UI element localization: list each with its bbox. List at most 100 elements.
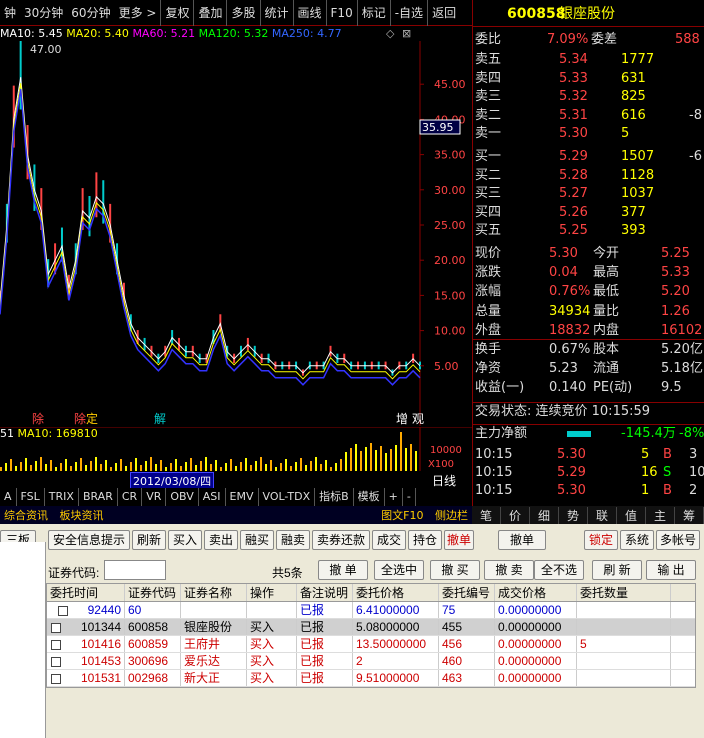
kline-chart[interactable]: 47.00 45.0040.0035.0030.0025.0020.0015.0… (0, 41, 472, 426)
table-cell: 13.50000000 (353, 636, 439, 652)
sector-news-link[interactable]: 板块资讯 (56, 509, 108, 522)
indicator-tab[interactable]: VOL-TDX (259, 488, 316, 506)
column-header[interactable]: 委托时间 (47, 584, 125, 601)
column-header[interactable]: 委托价格 (353, 584, 439, 601)
column-header[interactable]: 备注说明 (297, 584, 353, 601)
right-tab[interactable]: 笔 (472, 506, 501, 524)
event-marker[interactable]: 增 (396, 412, 408, 426)
indicator-tab[interactable]: CR (118, 488, 143, 506)
column-header[interactable]: 证券代码 (125, 584, 181, 601)
trade-button[interactable]: 刷 新 (592, 560, 642, 580)
toolbar-item[interactable]: 标记 (356, 0, 390, 26)
right-tab[interactable]: 值 (617, 506, 646, 524)
right-tab[interactable]: 联 (588, 506, 617, 524)
toolbar-item[interactable]: F10 (325, 0, 357, 26)
news-link[interactable]: 综合资讯 (0, 509, 52, 522)
right-tab[interactable]: 细 (530, 506, 559, 524)
row-checkbox[interactable] (57, 605, 68, 616)
trade-button[interactable]: 全选中 (374, 560, 424, 580)
trade-button[interactable]: 撤 买 (430, 560, 480, 580)
table-cell: 002968 (125, 670, 181, 686)
trade-button[interactable]: 持仓 (408, 530, 442, 550)
trade-button[interactable]: 撤单 (498, 530, 546, 550)
close-icon[interactable]: ⊠ (402, 27, 411, 41)
column-header[interactable]: 委托编号 (439, 584, 495, 601)
period-label[interactable]: 日线 (432, 472, 456, 489)
trade-button[interactable]: 撤单 (444, 530, 474, 550)
table-row[interactable]: 101344 600858 银座股份 买入 已报 5.08000000 455 0.00000… (47, 619, 695, 636)
column-header[interactable]: 成交价格 (495, 584, 577, 601)
volume-bar (5, 463, 7, 471)
volume-bar (185, 462, 187, 471)
volume-bar (390, 449, 392, 471)
trade-button[interactable]: 安全信息提示 (48, 530, 130, 550)
column-header[interactable]: 证券名称 (181, 584, 247, 601)
column-header[interactable]: 操作 (247, 584, 297, 601)
trade-button[interactable]: 成交 (372, 530, 406, 550)
toolbar-item[interactable]: 钟 (0, 0, 20, 26)
sidebar-link[interactable]: 侧边栏 (431, 509, 472, 522)
indicator-tab[interactable]: - (403, 488, 416, 506)
indicator-tab[interactable]: EMV (226, 488, 259, 506)
trade-button[interactable]: 全不选 (534, 560, 584, 580)
indicator-tab[interactable]: BRAR (79, 488, 118, 506)
indicator-tab[interactable]: A (0, 488, 17, 506)
row-checkbox[interactable] (50, 656, 61, 667)
right-tab[interactable]: 势 (559, 506, 588, 524)
toolbar-item[interactable]: 返回 (427, 0, 460, 26)
indicator-tab[interactable]: + (385, 488, 403, 506)
toolbar-item[interactable]: 60分钟 (67, 0, 114, 26)
volume-bar (230, 459, 232, 471)
indicator-tab[interactable]: 指标B (315, 488, 354, 506)
y-tick-label: 5.00 (434, 360, 459, 373)
volume-bar (100, 464, 102, 471)
trade-button[interactable]: 输 出 (646, 560, 696, 580)
code-input[interactable] (104, 560, 166, 580)
table-cell: 已报 (297, 670, 353, 686)
right-tab[interactable]: 主 (646, 506, 675, 524)
event-marker[interactable]: 除 (32, 411, 44, 426)
trade-button[interactable]: 买入 (168, 530, 202, 550)
right-tab[interactable]: 价 (501, 506, 530, 524)
trade-button[interactable]: 撤 卖 (484, 560, 534, 580)
row-checkbox[interactable] (50, 639, 61, 650)
table-row[interactable]: 92440 60 已报 6.41000000 75 0.00000000 (47, 602, 695, 619)
trade-button[interactable]: 卖出 (204, 530, 238, 550)
toolbar-item[interactable]: 30分钟 (20, 0, 67, 26)
trade-button[interactable]: 系统 (620, 530, 654, 550)
event-marker[interactable]: 观 (412, 412, 424, 426)
diamond-icon[interactable]: ◇ (386, 27, 394, 41)
right-tab[interactable]: 筹 (675, 506, 704, 524)
indicator-tab[interactable]: 模板 (354, 488, 385, 506)
indicator-tab[interactable]: OBV (166, 488, 199, 506)
row-checkbox[interactable] (50, 673, 61, 684)
event-marker[interactable]: 解 (154, 412, 166, 426)
trade-button[interactable]: 融卖 (276, 530, 310, 550)
column-header[interactable]: 委托数量 (577, 584, 671, 601)
table-row[interactable]: 101453 300696 爱乐达 买入 已报 2 460 0.00000000 (47, 653, 695, 670)
event-marker[interactable]: 除 (74, 411, 86, 426)
toolbar-item[interactable]: 复权 (160, 0, 193, 26)
row-checkbox[interactable] (50, 622, 61, 633)
f10-link[interactable]: 图文F10 (377, 509, 427, 522)
volume-bar (370, 443, 372, 471)
toolbar-item[interactable]: 画线 (292, 0, 326, 26)
trade-button[interactable]: 多帐号 (656, 530, 700, 550)
toolbar-item[interactable]: 更多 > (115, 0, 161, 26)
toolbar-item[interactable]: 叠加 (193, 0, 226, 26)
table-row[interactable]: 101416 600859 王府井 买入 已报 13.50000000 456 0.00000… (47, 636, 695, 653)
indicator-tab[interactable]: ASI (199, 488, 226, 506)
toolbar-item[interactable]: -自选 (389, 0, 427, 26)
indicator-tab[interactable]: TRIX (45, 488, 79, 506)
toolbar-item[interactable]: 统计 (259, 0, 293, 26)
trade-button[interactable]: 卖券还款 (312, 530, 370, 550)
trade-button[interactable]: 融买 (240, 530, 274, 550)
table-row[interactable]: 101531 002968 新大正 买入 已报 9.51000000 463 0.000000… (47, 670, 695, 687)
trade-button[interactable]: 锁定 (584, 530, 618, 550)
trade-button[interactable]: 刷新 (132, 530, 166, 550)
event-marker[interactable]: 定 (86, 411, 98, 426)
indicator-tab[interactable]: VR (142, 488, 167, 506)
indicator-tab[interactable]: FSL (17, 488, 45, 506)
toolbar-item[interactable]: 多股 (226, 0, 259, 26)
trade-button[interactable]: 撤 单 (318, 560, 368, 580)
